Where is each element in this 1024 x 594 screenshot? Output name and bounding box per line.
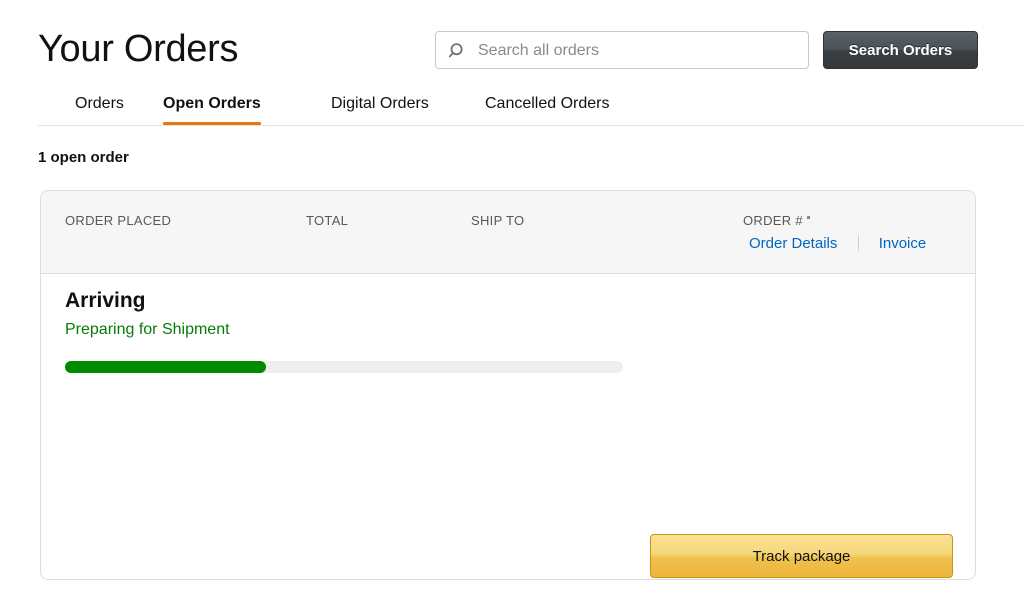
tab-orders[interactable]: Orders (75, 92, 124, 125)
invoice-link[interactable]: Invoice (879, 235, 927, 252)
search-orders-button[interactable]: Search Orders (823, 31, 978, 69)
order-details-link[interactable]: Order Details (749, 235, 837, 252)
page-header: Your Orders Search Orders (0, 0, 1024, 90)
open-order-count: 1 open order (38, 149, 129, 166)
page-title: Your Orders (38, 28, 239, 70)
tab-cancelled-orders[interactable]: Cancelled Orders (485, 92, 610, 125)
order-card-header: ORDER PLACED TOTAL SHIP TO ORDER # Order… (41, 191, 975, 274)
shipment-progress-bar (65, 361, 623, 373)
search-input-wrapper[interactable] (435, 31, 809, 70)
column-header-order-placed: ORDER PLACED (65, 213, 172, 228)
column-header-total: TOTAL (306, 213, 349, 228)
tab-bar-divider (38, 125, 1024, 126)
search-icon (448, 42, 467, 60)
order-number-label: ORDER # (743, 213, 803, 228)
shipment-status-text: Preparing for Shipment (65, 321, 230, 338)
search-input[interactable] (476, 32, 805, 70)
track-package-button[interactable]: Track package (650, 534, 953, 578)
tab-open-orders-label: Open Orders (163, 95, 261, 112)
order-card: ORDER PLACED TOTAL SHIP TO ORDER # Order… (40, 190, 976, 580)
tab-cancelled-orders-label: Cancelled Orders (485, 95, 610, 112)
tab-digital-orders-label: Digital Orders (331, 95, 429, 112)
order-header-links: Order Details Invoice (749, 235, 926, 252)
column-header-ship-to: SHIP TO (471, 213, 525, 228)
arriving-heading: Arriving (65, 289, 146, 312)
tab-open-orders[interactable]: Open Orders (163, 92, 261, 125)
tab-orders-label: Orders (75, 95, 124, 112)
shipment-progress-fill (65, 361, 266, 373)
link-separator (857, 235, 859, 251)
orders-tab-bar: Orders Open Orders Digital Orders Cancel… (0, 92, 1024, 126)
order-number-redacted-mark (806, 216, 810, 219)
tab-digital-orders[interactable]: Digital Orders (331, 92, 429, 125)
order-card-body: Arriving Preparing for Shipment Track pa… (41, 275, 975, 579)
column-header-order-number: ORDER # (743, 213, 810, 228)
